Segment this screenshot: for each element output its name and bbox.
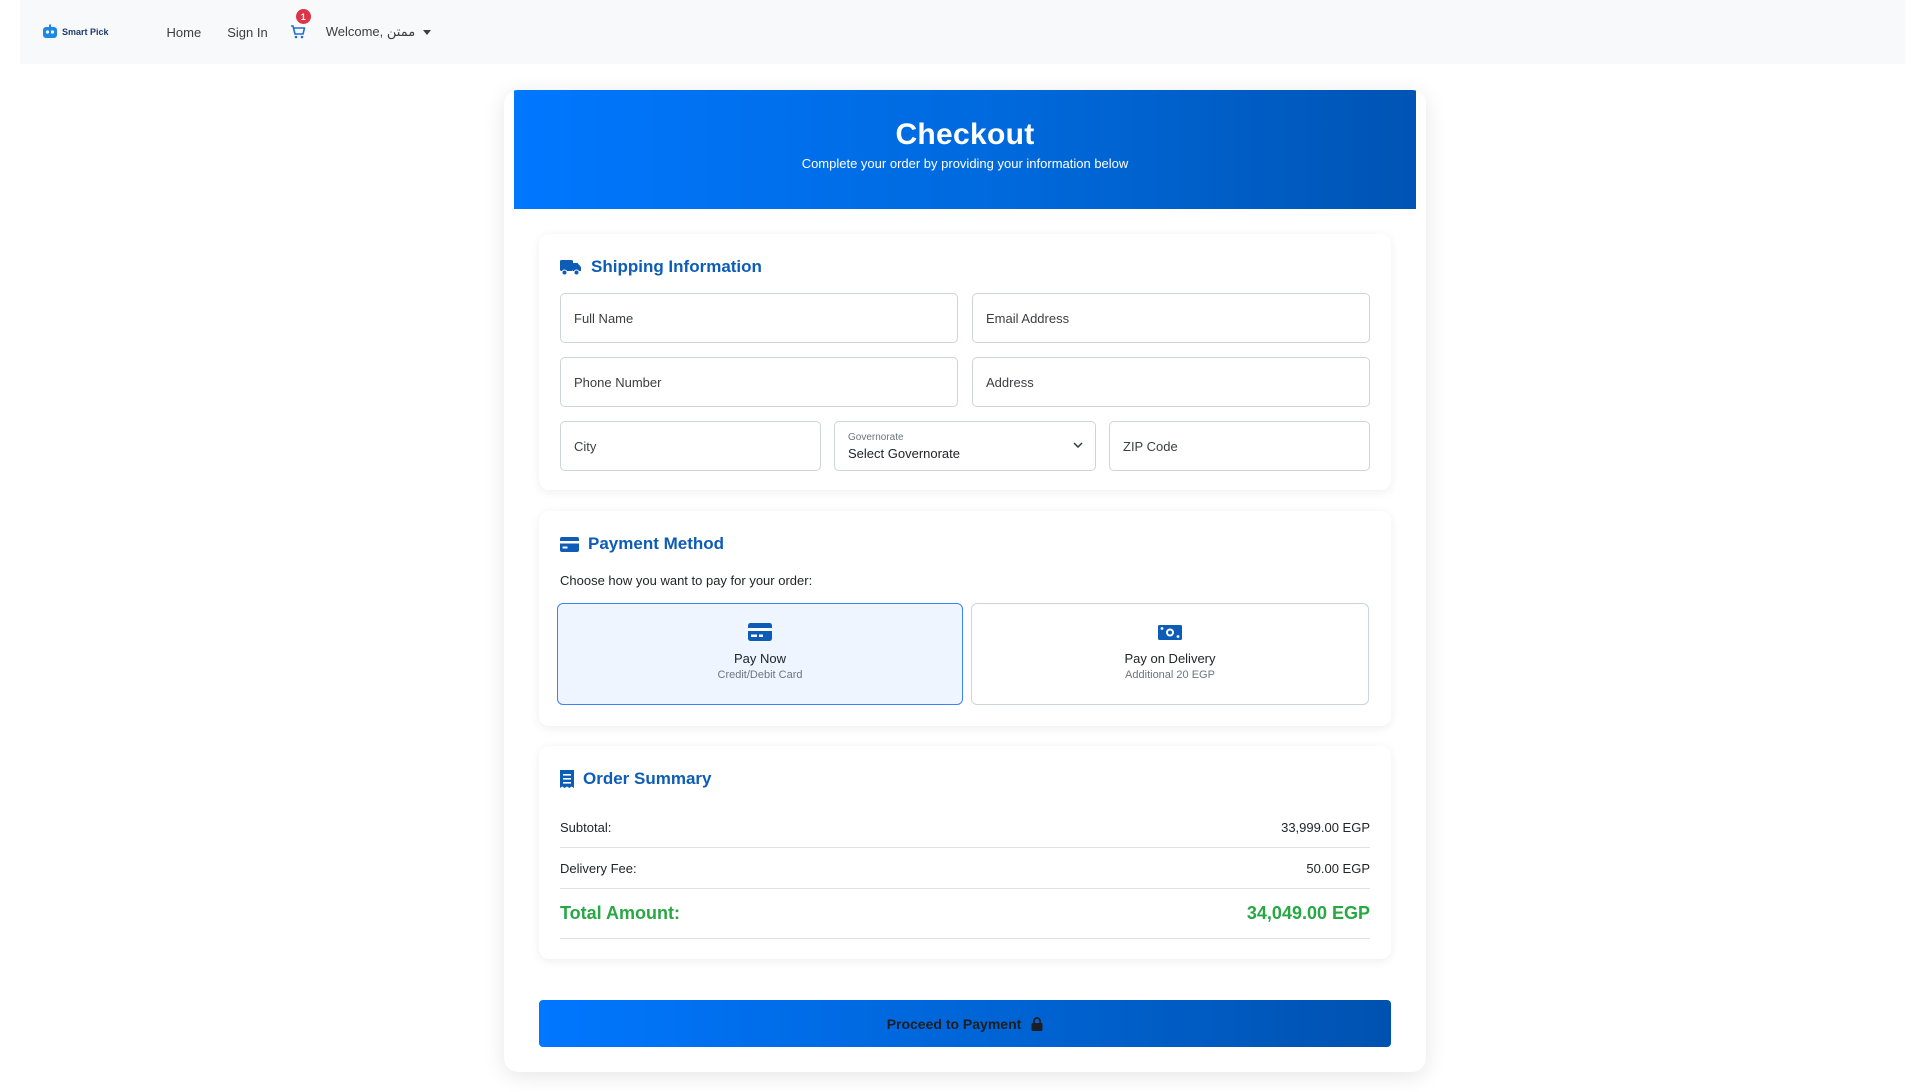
delivery-fee-row: Delivery Fee: 50.00 EGP [560, 848, 1370, 889]
total-value: 34,049.00 EGP [1246, 903, 1370, 923]
governorate-label: Governorate [848, 431, 904, 443]
brand-logo-icon [43, 24, 57, 38]
email-placeholder: Email Address [986, 310, 1070, 326]
payment-hint: Choose how you want to pay for your orde… [560, 573, 813, 588]
shipping-section: Shipping Information Full Name Email Add… [539, 234, 1391, 490]
cart-count-badge: 1 [295, 9, 311, 24]
delivery-fee-label: Delivery Fee: [560, 860, 637, 876]
address-placeholder: Address [986, 374, 1034, 390]
subtotal-row: Subtotal: 33,999.00 EGP [560, 807, 1370, 848]
credit-card-icon [560, 536, 579, 552]
chevron-down-icon [1073, 442, 1083, 448]
pay-on-delivery-sub: Additional 20 EGP [1125, 669, 1215, 681]
payment-title-label: Payment Method [588, 534, 725, 553]
nav-links: Home Sign In 1 Welcome, ممتن [167, 9, 432, 40]
money-icon [1158, 625, 1182, 640]
city-field[interactable]: City [560, 421, 821, 471]
payment-title: Payment Method [560, 534, 724, 554]
receipt-icon [560, 770, 574, 788]
nav-home-link[interactable]: Home [167, 25, 202, 40]
subtotal-value: 33,999.00 EGP [1281, 819, 1370, 835]
brand-name: Smart Pick [62, 27, 109, 37]
checkout-card: Checkout Complete your order by providin… [504, 90, 1426, 1072]
shipping-title-label: Shipping Information [591, 257, 762, 276]
proceed-label: Proceed to Payment [886, 1015, 1022, 1032]
shipping-title: Shipping Information [560, 257, 762, 277]
summary-title-label: Order Summary [583, 769, 712, 788]
governorate-select[interactable]: Governorate Select Governorate [834, 421, 1096, 471]
brand[interactable]: Smart Pick [42, 24, 109, 40]
zip-placeholder: ZIP Code [1123, 438, 1178, 454]
subtotal-label: Subtotal: [560, 819, 612, 835]
lock-icon [1031, 1016, 1043, 1031]
page-subtitle: Complete your order by providing your in… [801, 156, 1129, 171]
pay-now-option[interactable]: Pay Now Credit/Debit Card [557, 603, 963, 705]
phone-placeholder: Phone Number [574, 374, 662, 390]
city-placeholder: City [574, 438, 597, 454]
pay-on-delivery-label: Pay on Delivery [1124, 651, 1216, 666]
pay-on-delivery-option[interactable]: Pay on Delivery Additional 20 EGP [971, 603, 1369, 705]
total-label: Total Amount: [560, 903, 680, 923]
payment-section: Payment Method Choose how you want to pa… [539, 511, 1391, 726]
truck-icon [560, 259, 581, 275]
email-field[interactable]: Email Address [972, 293, 1370, 343]
user-dropdown[interactable]: Welcome, ممتن [325, 24, 432, 40]
governorate-value: Select Governorate [848, 445, 961, 461]
delivery-fee-value: 50.00 EGP [1306, 860, 1370, 876]
checkout-header: Checkout Complete your order by providin… [514, 90, 1416, 209]
summary-title: Order Summary [560, 769, 712, 789]
full-name-field[interactable]: Full Name [560, 293, 958, 343]
phone-field[interactable]: Phone Number [560, 357, 958, 407]
welcome-text: Welcome, ممتن [325, 24, 416, 39]
page-title: Checkout [895, 118, 1035, 151]
pay-now-label: Pay Now [733, 651, 787, 666]
credit-card-icon [748, 623, 772, 641]
cart-icon [290, 25, 306, 39]
proceed-to-payment-button[interactable]: Proceed to Payment [539, 1000, 1391, 1047]
navbar: Smart Pick Home Sign In 1 Welcome, ممتن [20, 0, 1905, 64]
caret-down-icon [423, 29, 432, 35]
zip-field[interactable]: ZIP Code [1109, 421, 1370, 471]
total-row: Total Amount: 34,049.00 EGP [560, 889, 1370, 939]
cart-button[interactable]: 1 [290, 9, 311, 40]
order-summary-section: Order Summary Subtotal: 33,999.00 EGP De… [539, 746, 1391, 959]
nav-signin-link[interactable]: Sign In [227, 25, 267, 40]
full-name-placeholder: Full Name [574, 310, 634, 326]
address-field[interactable]: Address [972, 357, 1370, 407]
pay-now-sub: Credit/Debit Card [717, 669, 803, 681]
